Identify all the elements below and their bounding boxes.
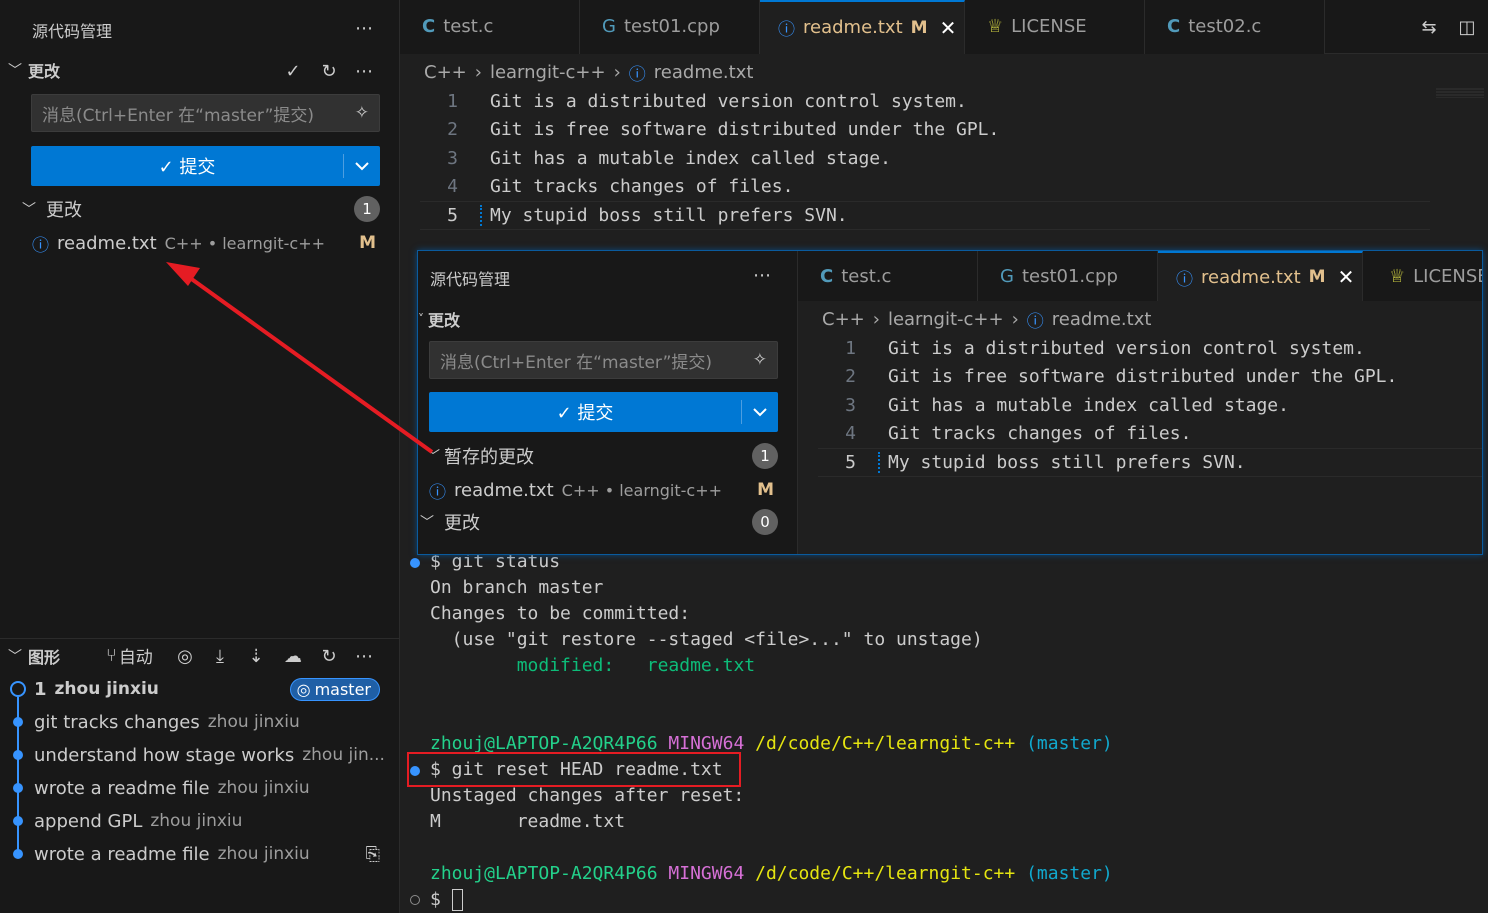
annotation-arrow	[166, 262, 434, 454]
